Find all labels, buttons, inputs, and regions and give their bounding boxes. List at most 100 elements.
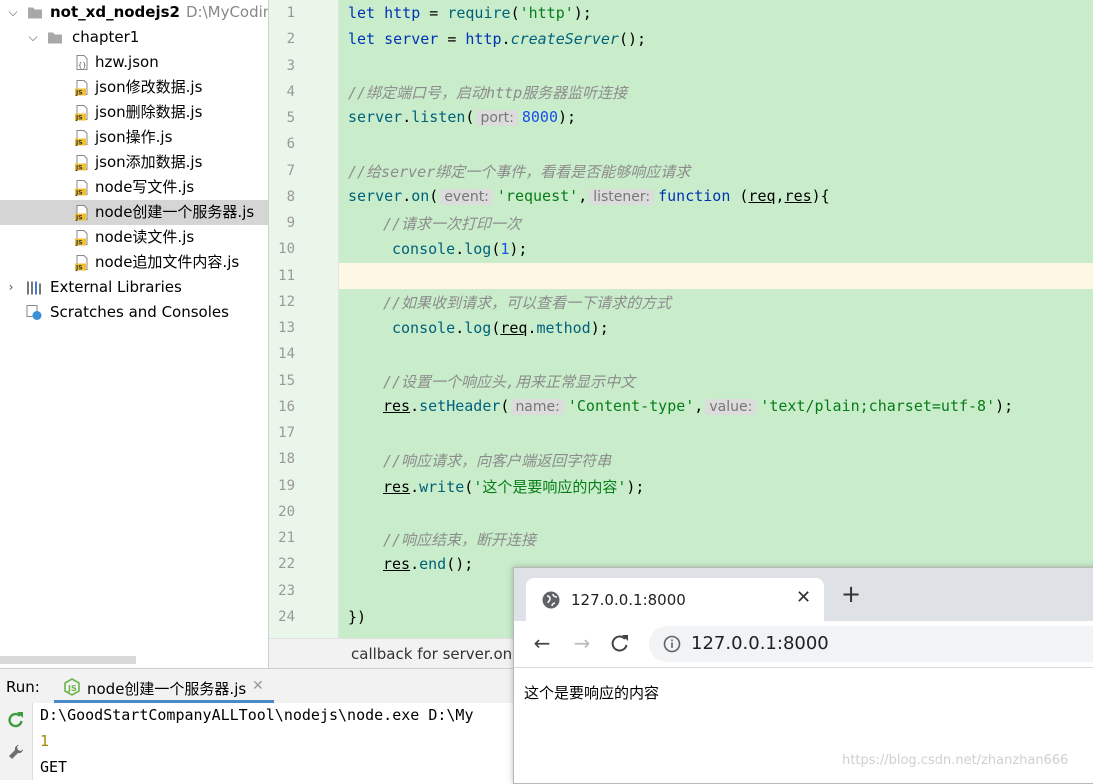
punct-token: ();	[618, 30, 647, 48]
reload-icon[interactable]	[610, 633, 630, 653]
chevron-right-icon[interactable]: ›	[4, 275, 18, 300]
keyword-token: let	[348, 30, 376, 48]
forward-icon[interactable]: →	[570, 631, 594, 655]
punct-token: ();	[446, 555, 474, 573]
property-token: method	[536, 319, 591, 337]
close-icon[interactable]: ✕	[796, 587, 811, 608]
code-line-7-comment: //给server绑定一个事件，看看是否能够响应请求	[348, 163, 691, 181]
punct-token: ,	[775, 187, 785, 205]
object-token: console	[392, 240, 456, 258]
line-number: 3	[286, 58, 295, 74]
line-number: 8	[286, 189, 295, 205]
string-token: 'request'	[496, 187, 579, 205]
function-token: log	[464, 319, 492, 337]
param-token: req	[500, 319, 528, 337]
line-number: 18	[278, 451, 295, 467]
console-line: 1	[40, 732, 50, 750]
chevron-down-icon[interactable]: ⌵	[26, 25, 40, 50]
rerun-icon[interactable]	[7, 711, 25, 729]
run-toolbar	[0, 703, 33, 780]
address-bar[interactable]: 127.0.0.1:8000	[649, 626, 1093, 662]
punct-token: );	[590, 319, 609, 337]
object-token: server	[348, 187, 403, 205]
code-line-9-comment: //请求一次打印一次	[383, 215, 522, 233]
param-token: res	[383, 478, 411, 496]
info-icon[interactable]	[663, 635, 681, 653]
tree-item-file[interactable]: {} hzw.json	[0, 50, 268, 75]
file-label: hzw.json	[95, 53, 159, 71]
tree-item-file-selected[interactable]: JS node创建一个服务器.js	[0, 200, 268, 225]
punct-token: .	[410, 397, 420, 415]
code-line-1: let http = require('http');	[348, 4, 592, 22]
svg-text:{}: {}	[78, 62, 86, 70]
function-token: write	[419, 478, 465, 496]
run-tab-label: node创建一个服务器.js	[87, 680, 247, 698]
line-number: 23	[278, 583, 295, 599]
file-label: json删除数据.js	[95, 103, 203, 121]
tree-item-file[interactable]: JS json操作.js	[0, 125, 268, 150]
tree-item-file[interactable]: JS json删除数据.js	[0, 100, 268, 125]
code-line-13: console.log(req.method);	[392, 319, 609, 337]
line-number: 22	[278, 556, 295, 572]
tree-item-project-root[interactable]: ⌵ not_xd_nodejs2 D:\MyCoding	[0, 0, 268, 25]
code-line-8: server.on(event:'request', listener: funct…	[348, 187, 830, 205]
line-number: 12	[278, 294, 295, 310]
json-file-icon: {}	[76, 55, 88, 70]
code-line-12-comment: //如果收到请求，可以查看一下请求的方式	[383, 294, 672, 312]
browser-tab[interactable]: 127.0.0.1:8000 ✕	[526, 578, 824, 621]
run-tab[interactable]: JS node创建一个服务器.js ✕	[54, 669, 274, 703]
tree-item-file[interactable]: JS node追加文件内容.js	[0, 250, 268, 275]
wrench-icon[interactable]	[7, 743, 25, 761]
parameter-hint: port:	[476, 110, 518, 126]
code-line-15-comment: //设置一个响应头,用来正常显示中文	[383, 373, 636, 391]
url-text[interactable]: 127.0.0.1:8000	[691, 633, 829, 654]
line-number: 16	[278, 399, 295, 415]
tree-item-file[interactable]: JS json添加数据.js	[0, 150, 268, 175]
tree-item-scratches[interactable]: Scratches and Consoles	[0, 300, 268, 325]
tree-item-external-libraries[interactable]: › External Libraries	[0, 275, 268, 300]
browser-tab-title: 127.0.0.1:8000	[571, 591, 686, 609]
punct-token: .	[402, 187, 412, 205]
line-number: 7	[286, 163, 295, 179]
svg-text:JS: JS	[75, 115, 83, 122]
code-line-18-comment: //响应请求，向客户端返回字符串	[383, 452, 612, 470]
punct-token: .	[410, 478, 420, 496]
js-file-icon: JS	[75, 230, 88, 247]
svg-text:JS: JS	[75, 265, 83, 272]
function-token: require	[447, 4, 511, 22]
tree-item-file[interactable]: JS node读文件.js	[0, 225, 268, 250]
line-number: 6	[286, 136, 295, 152]
chevron-down-icon[interactable]: ⌵	[6, 0, 20, 25]
punct-token: );	[626, 478, 645, 496]
line-number: 4	[286, 84, 295, 100]
scratches-label: Scratches and Consoles	[50, 303, 229, 321]
breadcrumb-label[interactable]: callback for server.on()	[351, 645, 524, 663]
line-number: 5	[286, 110, 295, 126]
svg-text:JS: JS	[75, 190, 83, 197]
nodejs-icon: JS	[64, 678, 80, 696]
punct-token: .	[410, 555, 420, 573]
browser-toolbar: ← → 127.0.0.1:8000	[514, 621, 1093, 668]
folder-label: chapter1	[72, 28, 140, 46]
line-number: 14	[278, 346, 295, 362]
punct-token: (	[500, 397, 510, 415]
param-token: res	[383, 555, 411, 573]
punct-token: (	[464, 478, 474, 496]
globe-icon	[542, 591, 560, 609]
tree-item-file[interactable]: JS node写文件.js	[0, 175, 268, 200]
watermark-text: https://blog.csdn.net/zhanzhan666	[842, 753, 1069, 768]
parameter-hint: listener:	[589, 189, 655, 205]
line-number: 1	[286, 5, 295, 21]
tree-item-chapter1[interactable]: ⌵ chapter1	[0, 25, 268, 50]
code-line-21-comment: //响应结束，断开连接	[383, 531, 537, 549]
new-tab-icon[interactable]: +	[841, 582, 861, 606]
line-number: 17	[278, 425, 295, 441]
tree-horizontal-scrollbar[interactable]	[0, 656, 136, 664]
function-token: log	[464, 240, 492, 258]
close-icon[interactable]: ✕	[252, 678, 264, 694]
function-token: end	[419, 555, 447, 573]
tree-item-file[interactable]: JS json修改数据.js	[0, 75, 268, 100]
punct-token: (	[465, 108, 475, 126]
svg-text:JS: JS	[75, 240, 83, 247]
back-icon[interactable]: ←	[530, 631, 554, 655]
